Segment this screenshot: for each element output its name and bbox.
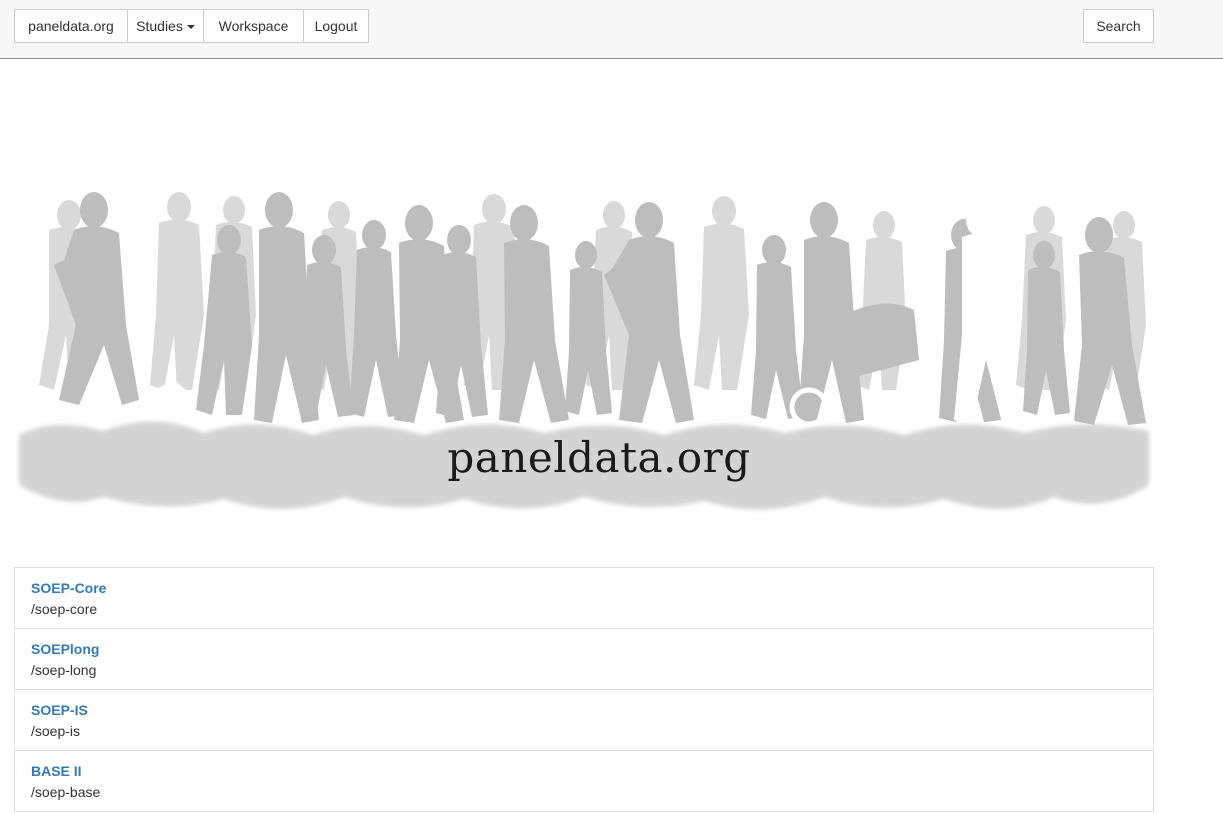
banner-title: paneldata.org (447, 433, 751, 482)
study-link-base-ii[interactable]: BASE II (31, 763, 82, 780)
search-button[interactable]: Search (1083, 9, 1154, 43)
study-path: /soep-core (31, 601, 98, 617)
nav-button-group: paneldata.org Studies Workspace Logout (14, 9, 369, 43)
study-list: SOEP-Core /soep-core SOEPlong /soep-long… (14, 567, 1154, 812)
study-item-base-ii: BASE II /soep-base (15, 751, 1153, 812)
studies-dropdown[interactable]: Studies (127, 9, 204, 43)
study-path: /soep-base (31, 784, 101, 800)
hero-banner: paneldata.org (14, 185, 1154, 525)
study-link-soep-core[interactable]: SOEP-Core (31, 580, 106, 597)
study-path: /soep-long (31, 662, 97, 678)
studies-label: Studies (136, 18, 183, 34)
study-link-soep-is[interactable]: SOEP-IS (31, 702, 88, 719)
study-path: /soep-is (31, 723, 81, 739)
study-item-soeplong: SOEPlong /soep-long (15, 629, 1153, 690)
top-navbar: paneldata.org Studies Workspace Logout S… (0, 0, 1223, 59)
workspace-link[interactable]: Workspace (203, 9, 304, 43)
study-item-soep-core: SOEP-Core /soep-core (15, 568, 1153, 629)
study-link-soeplong[interactable]: SOEPlong (31, 641, 99, 658)
brand-link[interactable]: paneldata.org (14, 9, 128, 43)
logout-link[interactable]: Logout (303, 9, 369, 43)
caret-down-icon (186, 25, 195, 29)
study-item-soep-is: SOEP-IS /soep-is (15, 690, 1153, 751)
